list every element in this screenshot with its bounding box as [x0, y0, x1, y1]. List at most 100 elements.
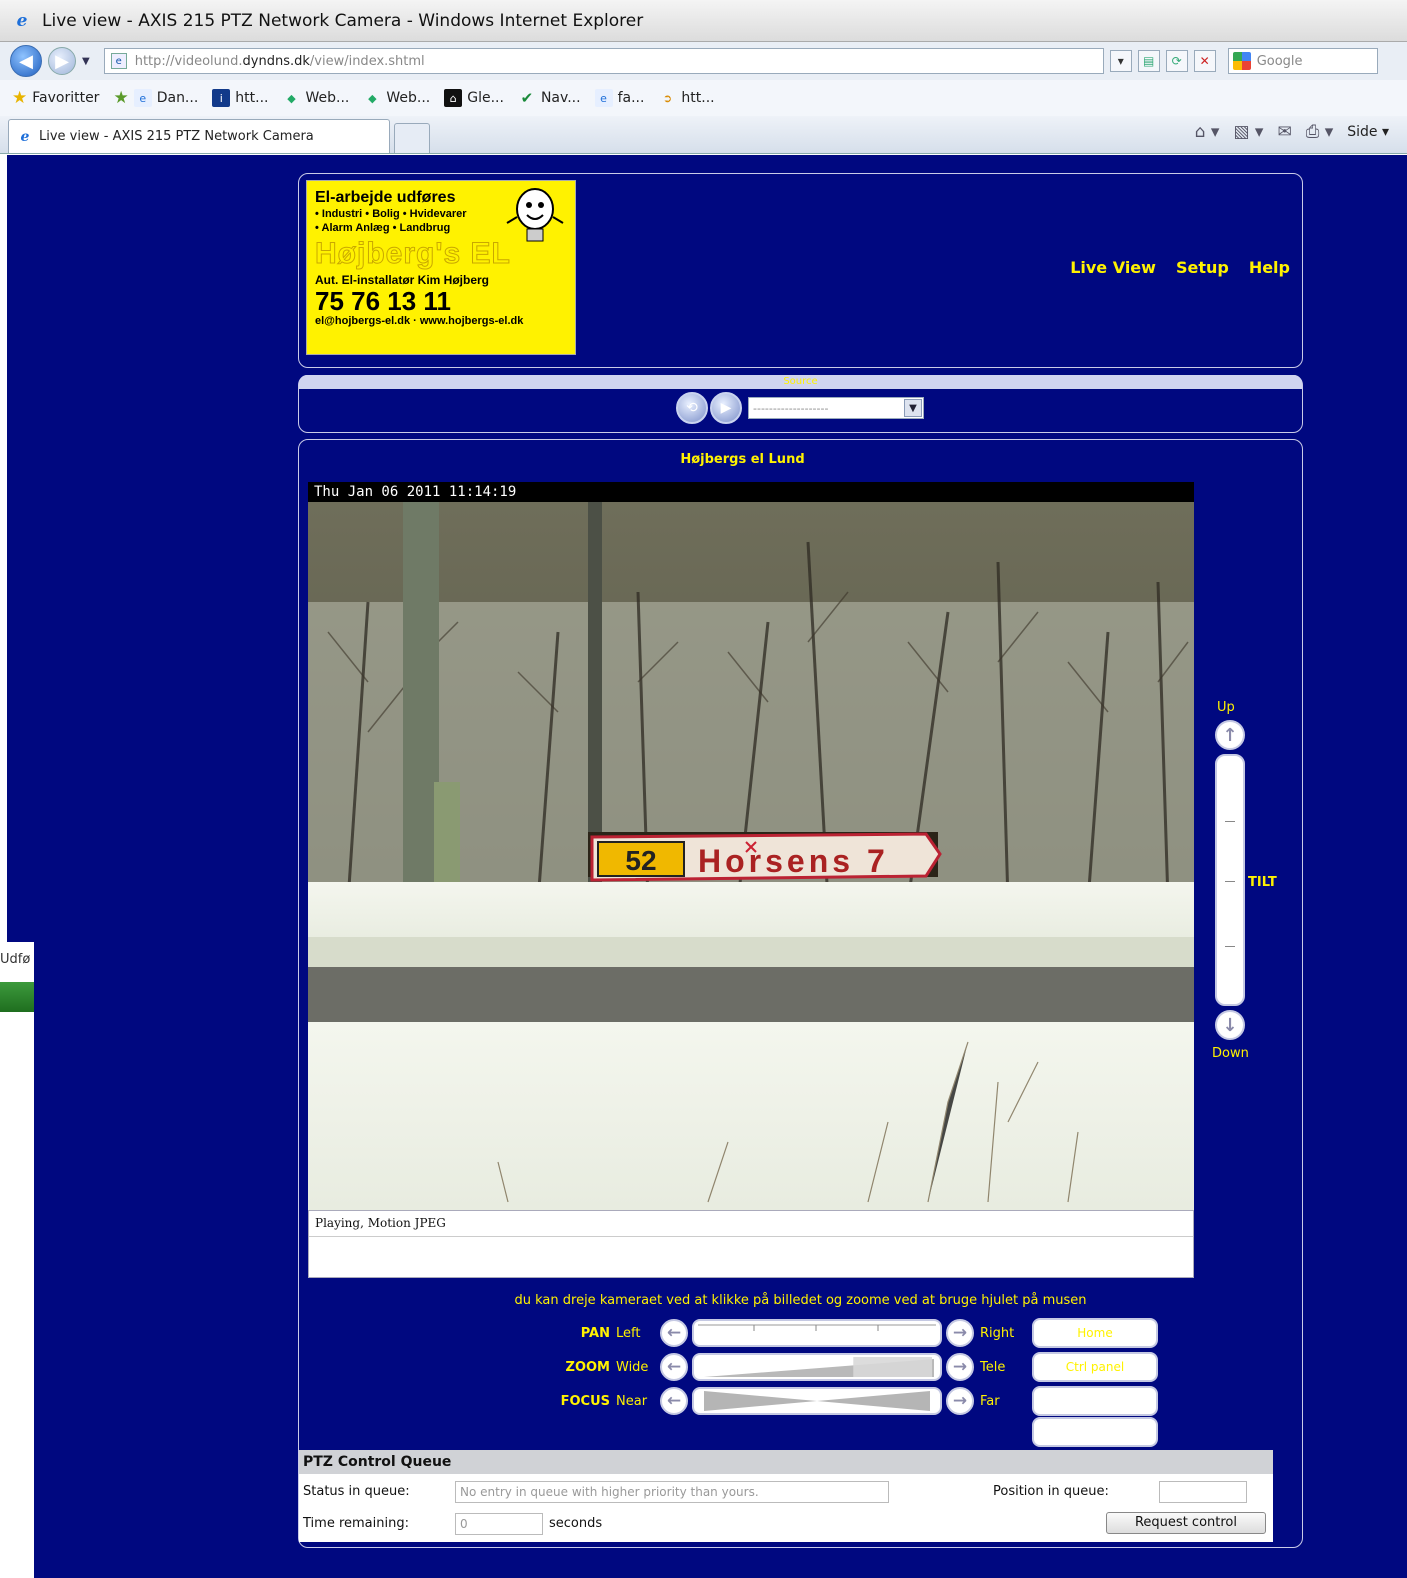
zoom-row: ZOOM Wide ← → Tele: [560, 1353, 1028, 1381]
zoom-tele-arrow-icon[interactable]: →: [946, 1353, 974, 1381]
pan-right-arrow-icon[interactable]: →: [946, 1319, 974, 1347]
fav-item[interactable]: i htt...: [212, 89, 269, 107]
refresh-stream-button[interactable]: ⟲: [676, 392, 708, 424]
fav-item-label: Gle...: [467, 90, 504, 106]
fav-item[interactable]: e fa...: [594, 89, 644, 107]
camera-video[interactable]: 52 Horsens 7 Thu Jan 06 2011 11:14:19: [308, 482, 1194, 1210]
fav-item-label: Web...: [305, 90, 350, 106]
fav-item-label: htt...: [235, 90, 269, 106]
fav-item[interactable]: ⌂ Gle...: [444, 89, 504, 107]
tilt-up-arrow-icon[interactable]: ↑: [1215, 720, 1245, 750]
new-tab-button[interactable]: [394, 123, 430, 153]
focus-slider[interactable]: [692, 1387, 942, 1415]
queue-position-field[interactable]: [1159, 1481, 1247, 1503]
focus-near-arrow-icon[interactable]: ←: [660, 1387, 688, 1415]
address-bar: ◀ ▶ ▼ e http://videolund.dyndns.dk/view/…: [0, 42, 1407, 80]
camera-timestamp: Thu Jan 06 2011 11:14:19: [308, 482, 1194, 502]
tilt-down-label: Down: [1212, 1046, 1249, 1061]
zoom-tele-label: Tele: [980, 1359, 1006, 1375]
tilt-control: Up ↑ ↓ Down TILT: [1212, 700, 1292, 1070]
zoom-wide-arrow-icon[interactable]: ←: [660, 1353, 688, 1381]
ie-tab-icon: e: [20, 128, 30, 145]
logo-installer: Aut. El-installatør Kim Højberg: [315, 273, 490, 287]
back-button[interactable]: ◀: [10, 45, 42, 77]
stop-icon[interactable]: ✕: [1193, 50, 1216, 72]
video-status-bar: Playing, Motion JPEG: [308, 1210, 1194, 1278]
feeds-icon[interactable]: ▧ ▾: [1233, 122, 1263, 142]
favorites-bar: ★ Favoritter ★ e Dan... i htt... ◆ Web... ◆ We…: [0, 80, 1407, 116]
url-dropdown-icon[interactable]: ▾: [1109, 50, 1132, 72]
history-dropdown-icon[interactable]: ▼: [82, 56, 90, 67]
tilt-slider[interactable]: [1215, 754, 1245, 1006]
home-icon[interactable]: ⌂ ▾: [1195, 122, 1220, 142]
page-icon: e: [110, 53, 127, 69]
checkmark-icon: ✔: [520, 89, 534, 107]
queue-time-field[interactable]: 0: [455, 1513, 543, 1535]
zoom-level-indicator: [853, 1357, 932, 1377]
logo-phone: 75 76 13 11: [315, 286, 451, 316]
search-input[interactable]: Google: [1227, 48, 1378, 74]
pan-left-label: Left: [616, 1325, 641, 1341]
focus-far-arrow-icon[interactable]: →: [946, 1387, 974, 1415]
preset-button-1[interactable]: [1032, 1386, 1158, 1416]
diamond-icon: ◆: [368, 91, 377, 105]
tab-live-view[interactable]: e Live view - AXIS 215 PTZ Network Camer…: [8, 119, 390, 153]
focus-far-label: Far: [980, 1393, 1000, 1409]
tilt-down-arrow-icon[interactable]: ↓: [1215, 1010, 1245, 1040]
mail-icon[interactable]: ✉: [1277, 122, 1291, 142]
compat-view-icon[interactable]: ▤: [1137, 50, 1160, 72]
tab-label: Live view - AXIS 215 PTZ Network Camera: [39, 129, 314, 144]
queue-title: PTZ Control Queue: [299, 1450, 1273, 1474]
play-stream-button[interactable]: ▶: [710, 392, 742, 424]
star-icon: ★: [12, 88, 28, 108]
preset-button-2[interactable]: [1032, 1417, 1158, 1447]
info-icon: i: [212, 89, 231, 107]
taskbar-stub: Udfø: [0, 942, 34, 1012]
window-titlebar: e Live view - AXIS 215 PTZ Network Camer…: [0, 0, 1407, 42]
queue-status-row: Status in queue: No entry in queue with …: [299, 1480, 1273, 1504]
fav-item[interactable]: ◆ Web...: [363, 89, 430, 107]
zoom-slider[interactable]: [692, 1353, 942, 1381]
zoom-wide-label: Wide: [616, 1359, 649, 1375]
nav-live-view[interactable]: Live View: [1070, 258, 1156, 277]
queue-status-field[interactable]: No entry in queue with higher priority t…: [455, 1481, 889, 1503]
fav-item[interactable]: ➲ htt...: [658, 89, 715, 107]
ctrl-panel-button[interactable]: Ctrl panel: [1032, 1352, 1158, 1382]
url-input[interactable]: e http://videolund.dyndns.dk/view/index.…: [103, 48, 1104, 74]
page-menu[interactable]: Side ▾: [1347, 124, 1389, 140]
svg-text:52: 52: [625, 845, 656, 876]
fav-item[interactable]: ★ e Dan...: [113, 88, 198, 108]
diamond-icon: ◆: [287, 91, 296, 105]
print-icon[interactable]: ⎙ ▾: [1306, 122, 1334, 142]
ptz-queue: PTZ Control Queue Status in queue: No en…: [299, 1450, 1273, 1542]
fav-item[interactable]: ✔ Nav...: [518, 89, 581, 107]
source-select[interactable]: ------------------- ▼: [748, 397, 924, 419]
request-control-button[interactable]: Request control: [1106, 1512, 1266, 1534]
camera-title: Højbergs el Lund: [680, 452, 805, 467]
ie-page-icon: e: [133, 89, 152, 107]
pan-key: PAN: [580, 1325, 610, 1341]
url-text: http://videolund.dyndns.dk/view/index.sh…: [134, 53, 425, 69]
add-favorite-icon: ★: [113, 88, 129, 108]
svg-text:Horsens 7: Horsens 7: [698, 843, 889, 879]
ie-page-icon: e: [594, 89, 613, 107]
source-header: Source: [299, 375, 1302, 389]
fav-item[interactable]: ◆ Web...: [283, 89, 350, 107]
pan-slider[interactable]: [692, 1319, 942, 1347]
chevron-down-icon: ▼: [904, 399, 922, 417]
nav-setup[interactable]: Setup: [1176, 258, 1229, 277]
focus-key: FOCUS: [560, 1393, 610, 1409]
google-logo-icon: [1232, 52, 1251, 70]
home-square-icon: ⌂: [444, 89, 463, 107]
refresh-icon[interactable]: ⟳: [1165, 50, 1188, 72]
forward-button[interactable]: ▶: [48, 47, 76, 75]
fav-item-label: Web...: [386, 90, 431, 106]
fav-item-label: Nav...: [540, 90, 581, 106]
road-sign: 52 Horsens 7: [590, 832, 942, 882]
nav-help[interactable]: Help: [1249, 258, 1290, 277]
home-button[interactable]: Home: [1032, 1318, 1158, 1348]
favorites-button[interactable]: ★ Favoritter: [12, 88, 99, 108]
pan-left-arrow-icon[interactable]: ←: [660, 1319, 688, 1347]
camera-image[interactable]: 52 Horsens 7: [308, 482, 1194, 1210]
focus-row: FOCUS Near ← → Far: [560, 1387, 1028, 1415]
